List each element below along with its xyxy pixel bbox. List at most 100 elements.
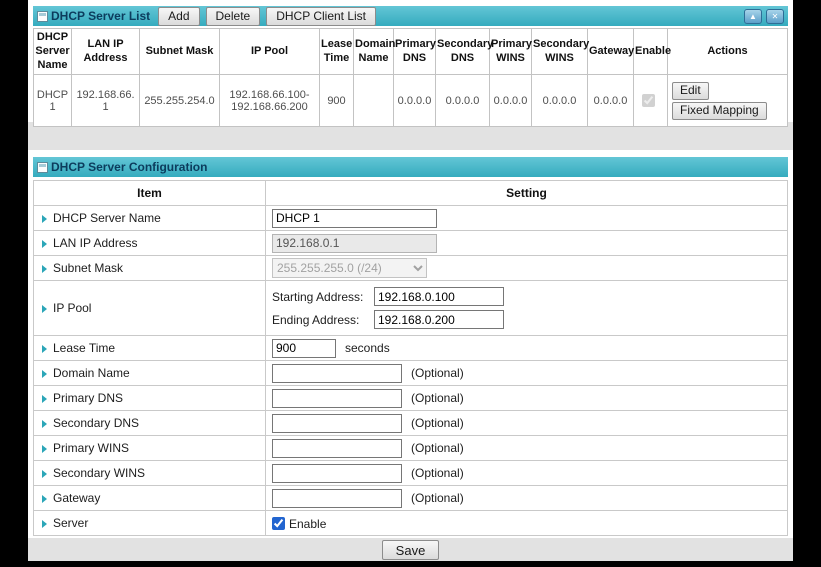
add-button[interactable]: Add: [158, 7, 199, 26]
cell-gateway: 0.0.0.0: [588, 75, 634, 127]
bullet-arrow-icon: [42, 520, 47, 528]
column-header-subnet: Subnet Mask: [140, 29, 220, 75]
ip-pool-start-line: Starting Address:: [272, 287, 781, 306]
item-label-cell: Subnet Mask: [34, 256, 266, 281]
column-header-gateway: Gateway: [588, 29, 634, 75]
item-label: Primary WINS: [53, 441, 129, 455]
dhcp-server-name-input[interactable]: [272, 209, 437, 228]
column-header-setting: Setting: [266, 181, 788, 206]
config-titlebar: DHCP Server Configuration: [33, 157, 788, 177]
cell-domain: [354, 75, 394, 127]
row-lease-time: Lease Time seconds: [34, 336, 788, 361]
item-label: Secondary DNS: [53, 416, 139, 430]
setting-cell: seconds: [266, 336, 788, 361]
column-header-secondary-dns: Secondary DNS: [436, 29, 490, 75]
server-enable-checkbox[interactable]: [272, 517, 285, 530]
setting-cell: (Optional): [266, 386, 788, 411]
secondary-dns-input[interactable]: [272, 414, 402, 433]
row-gateway: Gateway (Optional): [34, 486, 788, 511]
row-domain-name: Domain Name (Optional): [34, 361, 788, 386]
optional-note: (Optional): [411, 491, 464, 505]
setting-cell: (Optional): [266, 436, 788, 461]
ending-address-input[interactable]: [374, 310, 504, 329]
cell-actions: Edit Fixed Mapping: [668, 75, 788, 127]
setting-cell: (Optional): [266, 486, 788, 511]
bullet-arrow-icon: [42, 265, 47, 273]
setting-cell: 255.255.255.0 (/24): [266, 256, 788, 281]
cell-secondary-dns: 0.0.0.0: [436, 75, 490, 127]
item-label: Domain Name: [53, 366, 130, 380]
save-button[interactable]: Save: [382, 540, 440, 560]
bullet-arrow-icon: [42, 495, 47, 503]
item-label-cell: Gateway: [34, 486, 266, 511]
lan-ip-address-input: [272, 234, 437, 253]
save-strip: Save: [28, 540, 793, 560]
item-label-cell: Primary DNS: [34, 386, 266, 411]
secondary-wins-input[interactable]: [272, 464, 402, 483]
column-header-secondary-wins: Secondary WINS: [532, 29, 588, 75]
domain-name-input[interactable]: [272, 364, 402, 383]
row-ip-pool: IP Pool Starting Address: Ending Address…: [34, 281, 788, 336]
item-label: DHCP Server Name: [53, 211, 161, 225]
optional-note: (Optional): [411, 441, 464, 455]
column-header-primary-dns: Primary DNS: [394, 29, 436, 75]
bullet-arrow-icon: [42, 395, 47, 403]
server-enable-label: Enable: [289, 516, 326, 530]
bullet-arrow-icon: [42, 240, 47, 248]
setting-cell: (Optional): [266, 411, 788, 436]
item-label-cell: Domain Name: [34, 361, 266, 386]
screen: DHCP Server List Add Delete DHCP Client …: [0, 0, 821, 567]
cell-primary-wins: 0.0.0.0: [490, 75, 532, 127]
setting-cell: [266, 231, 788, 256]
config-panel-title: DHCP Server Configuration: [51, 160, 207, 174]
edit-button[interactable]: Edit: [672, 82, 709, 100]
panel-icon: [37, 11, 48, 22]
row-secondary-dns: Secondary DNS (Optional): [34, 411, 788, 436]
item-label: Lease Time: [53, 341, 115, 355]
list-panel-title: DHCP Server List: [51, 9, 150, 23]
item-label: LAN IP Address: [53, 236, 138, 250]
cell-lan-ip: 192.168.66.1: [72, 75, 140, 127]
gateway-input[interactable]: [272, 489, 402, 508]
collapse-button[interactable]: ▲: [744, 9, 762, 24]
delete-button[interactable]: Delete: [206, 7, 261, 26]
list-header-row: DHCP Server Name LAN IP Address Subnet M…: [34, 29, 788, 75]
item-label: Server: [53, 516, 88, 530]
item-label: Gateway: [53, 491, 100, 505]
ending-address-label: Ending Address:: [272, 313, 374, 327]
dhcp-server-list-panel: DHCP Server List Add Delete DHCP Client …: [28, 0, 793, 122]
primary-dns-input[interactable]: [272, 389, 402, 408]
row-primary-dns: Primary DNS (Optional): [34, 386, 788, 411]
column-header-item: Item: [34, 181, 266, 206]
lease-time-input[interactable]: [272, 339, 336, 358]
item-label: IP Pool: [53, 301, 91, 315]
dhcp-client-list-button[interactable]: DHCP Client List: [266, 7, 376, 26]
subnet-mask-select: 255.255.255.0 (/24): [272, 258, 427, 278]
item-label-cell: DHCP Server Name: [34, 206, 266, 231]
optional-note: (Optional): [411, 366, 464, 380]
cell-enable: [634, 75, 668, 127]
column-header-primary-wins: Primary WINS: [490, 29, 532, 75]
fixed-mapping-button[interactable]: Fixed Mapping: [672, 102, 767, 120]
item-label-cell: IP Pool: [34, 281, 266, 336]
item-label-cell: Primary WINS: [34, 436, 266, 461]
bullet-arrow-icon: [42, 305, 47, 313]
row-enable-checkbox: [642, 94, 655, 107]
row-subnet-mask: Subnet Mask 255.255.255.0 (/24): [34, 256, 788, 281]
row-secondary-wins: Secondary WINS (Optional): [34, 461, 788, 486]
item-label-cell: Server: [34, 511, 266, 536]
optional-note: (Optional): [411, 466, 464, 480]
starting-address-input[interactable]: [374, 287, 504, 306]
close-button[interactable]: ✕: [766, 9, 784, 24]
lease-time-units: seconds: [345, 341, 390, 355]
primary-wins-input[interactable]: [272, 439, 402, 458]
item-label-cell: Lease Time: [34, 336, 266, 361]
column-header-lease: Lease Time: [320, 29, 354, 75]
dhcp-server-configuration-panel: DHCP Server Configuration Item Setting D…: [28, 150, 793, 538]
column-header-domain: Domain Name: [354, 29, 394, 75]
row-server: Server Enable: [34, 511, 788, 536]
item-label: Secondary WINS: [53, 466, 145, 480]
cell-ip-pool: 192.168.66.100-192.168.66.200: [220, 75, 320, 127]
column-header-ip-pool: IP Pool: [220, 29, 320, 75]
item-label: Primary DNS: [53, 391, 123, 405]
